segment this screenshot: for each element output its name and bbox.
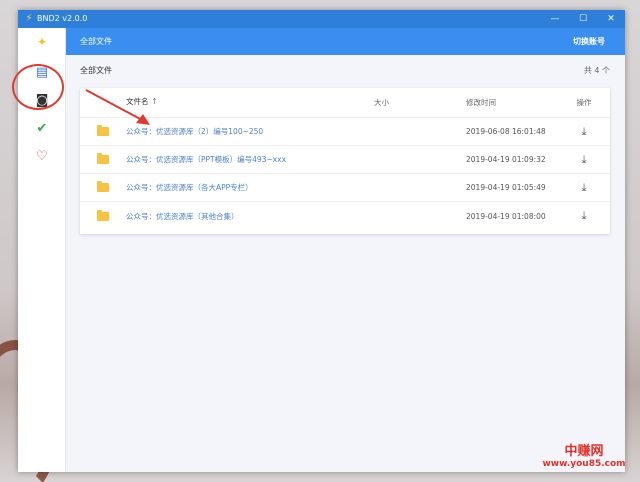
minimize-button[interactable]: — [541, 10, 569, 28]
check-icon[interactable]: ✔ [18, 114, 66, 142]
folder-icon [97, 153, 109, 164]
heart-icon[interactable]: ♡ [18, 142, 66, 170]
folder-name-link[interactable]: 公众号：优选资源库（PPT模板）编号493~xxx [126, 154, 374, 165]
modified-date: 2019-04-19 01:08:00 [466, 211, 546, 221]
table-row[interactable]: 公众号：优选资源库（2）编号100~250 2019-06-08 16:01:4… [80, 118, 610, 146]
window-title: BND2 v2.0.0 [37, 14, 88, 23]
column-name-header[interactable]: 文件名 🡑 [126, 96, 374, 110]
column-size-header: 大小 [374, 98, 389, 107]
file-count: 共 4 个 [583, 66, 610, 75]
folder-name-link[interactable]: 公众号：优选资源库（各大APP专栏） [126, 182, 374, 193]
annotation-arrow [85, 89, 150, 125]
breadcrumb-all-files[interactable]: 全部文件 [80, 65, 112, 77]
folder-icon [97, 181, 109, 192]
watermark-brand: 中赚网 [564, 444, 604, 459]
column-date-header: 修改时间 [466, 98, 496, 107]
watermark: 中赚网 www.you85.com [534, 444, 634, 470]
annotation-circle [12, 64, 64, 110]
modified-date: 2019-06-08 16:01:48 [466, 127, 546, 136]
switch-account-button[interactable]: 切换账号 [573, 36, 605, 47]
modified-date: 2019-04-19 01:09:32 [466, 155, 546, 164]
download-icon[interactable]: ⤓ [582, 153, 587, 166]
app-window: ⚡ BND2 v2.0.0 — ☐ ✕ ✦ ▤ ◙ ✔ ♡ 全部文件 切换账号 … [12, 10, 625, 472]
header-bar: 全部文件 切换账号 [66, 28, 625, 55]
watermark-url: www.you85.com [542, 459, 626, 469]
column-op-header: 操作 [576, 98, 592, 107]
modified-date: 2019-04-19 01:05:49 [466, 183, 546, 192]
folder-name-link[interactable]: 公众号：优选资源库（其他合集） [126, 211, 374, 222]
download-icon[interactable]: ⤓ [582, 181, 587, 194]
breadcrumb: 全部文件 共 4 个 [80, 65, 610, 77]
lightning-icon: ⚡ [25, 13, 33, 24]
header-title: 全部文件 [80, 37, 112, 46]
folder-icon [97, 209, 109, 221]
logo-icon: ✦ [36, 35, 48, 49]
file-table: 文件名 🡑 大小 修改时间 操作 公众号：优选资源库（2）编号100~250 20… [80, 88, 610, 234]
folder-name-link[interactable]: 公众号：优选资源库（2）编号100~250 [126, 126, 374, 137]
close-button[interactable]: ✕ [597, 10, 625, 28]
sidebar: ✦ ▤ ◙ ✔ ♡ [12, 28, 66, 472]
table-row[interactable]: 公众号：优选资源库（各大APP专栏） 2019-04-19 01:05:49 ⤓ [80, 174, 610, 202]
table-row[interactable]: 公众号：优选资源库（其他合集） 2019-04-19 01:08:00 ⤓ [80, 202, 610, 230]
download-icon[interactable]: ⤓ [582, 125, 587, 138]
table-header: 文件名 🡑 大小 修改时间 操作 [80, 88, 610, 118]
maximize-button[interactable]: ☐ [569, 10, 597, 28]
title-bar: ⚡ BND2 v2.0.0 — ☐ ✕ [18, 10, 625, 28]
table-row[interactable]: 公众号：优选资源库（PPT模板）编号493~xxx 2019-04-19 01:… [80, 146, 610, 174]
folder-icon [97, 125, 109, 136]
download-icon[interactable]: ⤓ [582, 209, 587, 222]
